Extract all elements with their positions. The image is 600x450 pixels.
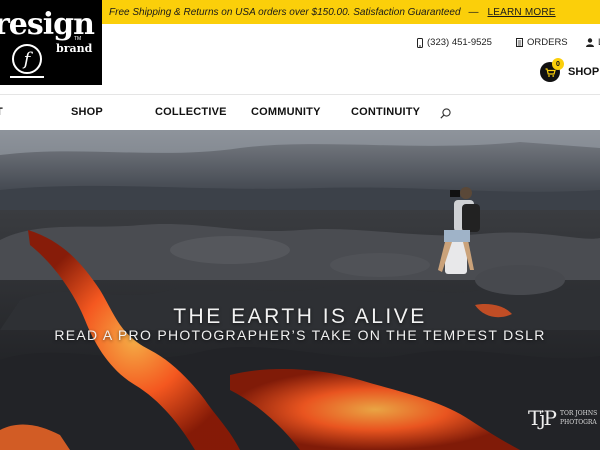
orders-label: ORDERS bbox=[527, 37, 568, 48]
logo-emblem-icon: f bbox=[12, 44, 42, 74]
hero-subtitle[interactable]: READ A PRO PHOTOGRAPHER’S TAKE ON THE TE… bbox=[0, 327, 600, 343]
cart-icon: 0 bbox=[540, 58, 564, 82]
cart-count-badge: 0 bbox=[552, 58, 564, 70]
orders-icon bbox=[516, 38, 523, 47]
account-link[interactable]: L bbox=[586, 37, 600, 48]
nav-item-shop[interactable]: SHOP bbox=[71, 106, 103, 118]
hero-title: THE EARTH IS ALIVE bbox=[173, 305, 427, 328]
promo-bar: Free Shipping & Returns on USA orders ov… bbox=[102, 0, 600, 24]
credit-line-1: TOR JOHNS bbox=[560, 410, 598, 417]
credit-monogram: TjP bbox=[528, 406, 557, 430]
hero-image bbox=[0, 130, 600, 450]
nav-item-continuity[interactable]: CONTINUITY bbox=[351, 106, 420, 118]
nav-item-collective[interactable]: COLLECTIVE bbox=[155, 106, 227, 118]
learn-more-link[interactable]: LEARN MORE bbox=[488, 7, 556, 18]
brand-logo[interactable]: resign TM brand f bbox=[0, 0, 102, 85]
phone-link[interactable]: (323) 451-9525 bbox=[417, 37, 492, 48]
phone-number: (323) 451-9525 bbox=[427, 37, 492, 48]
promo-text: Free Shipping & Returns on USA orders ov… bbox=[109, 6, 461, 18]
phone-icon bbox=[417, 37, 423, 48]
cart-label: SHOP bbox=[568, 66, 600, 78]
nav-item-community[interactable]: COMMUNITY bbox=[251, 106, 321, 118]
promo-separator: — bbox=[468, 6, 479, 18]
credit-line-2: PHOTOGRA bbox=[560, 419, 597, 426]
user-icon bbox=[586, 38, 594, 47]
logo-underline bbox=[10, 76, 44, 78]
nav-divider bbox=[0, 94, 600, 95]
photo-credit: TjP TOR JOHNS PHOTOGRA bbox=[528, 406, 597, 430]
nav-item-partial[interactable]: T bbox=[0, 106, 3, 118]
orders-link[interactable]: ORDERS bbox=[516, 37, 568, 48]
credit-text: TOR JOHNS PHOTOGRA bbox=[560, 409, 597, 427]
logo-subtext: brand bbox=[56, 42, 93, 55]
hero-banner[interactable]: THE EARTH IS ALIVE READ A PRO PHOTOGRAPH… bbox=[0, 130, 600, 450]
search-icon[interactable] bbox=[440, 106, 451, 124]
cart-button[interactable]: 0 SHOP bbox=[540, 58, 600, 82]
